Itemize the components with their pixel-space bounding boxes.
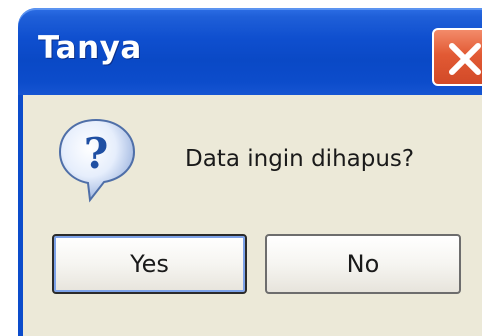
close-icon bbox=[449, 43, 481, 75]
dialog-title: Tanya bbox=[38, 30, 142, 66]
no-button[interactable]: No bbox=[265, 234, 461, 294]
yes-button[interactable]: Yes bbox=[52, 234, 247, 294]
close-button[interactable] bbox=[432, 28, 482, 86]
svg-text:?: ? bbox=[84, 129, 109, 178]
dialog-window: Tanya ? Data ingin dihapus? Yes No bbox=[0, 0, 482, 336]
dialog-message: Data ingin dihapus? bbox=[185, 146, 415, 172]
question-icon: ? bbox=[50, 112, 146, 213]
